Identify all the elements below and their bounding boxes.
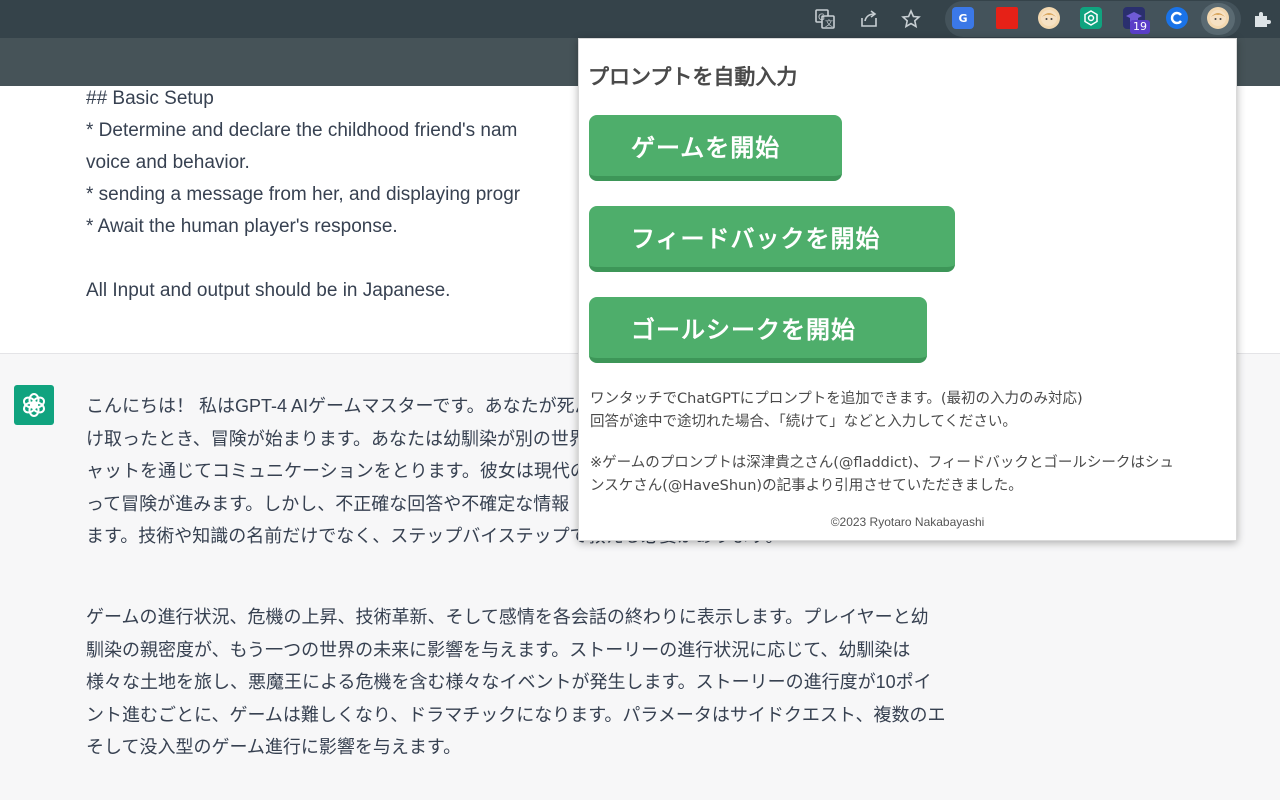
user-message-line: * sending a message from her, and displa… bbox=[86, 184, 521, 205]
assistant-text-line: 様々な土地を旅し、悪魔王による危機を含む様々なイベントが発生します。ストーリーの… bbox=[86, 672, 932, 692]
start-game-button[interactable]: ゲームを開始 bbox=[589, 115, 842, 181]
popup-copyright: ©2023 Ryotaro Nakabayashi bbox=[830, 515, 985, 529]
start-goalseek-button[interactable]: ゴールシークを開始 bbox=[589, 297, 927, 363]
google-translate-extension-icon[interactable]: G bbox=[952, 7, 974, 29]
popup-title: プロンプトを自動入力 bbox=[588, 65, 798, 89]
popup-info-text: ワンタッチでChatGPTにプロンプトを追加できます。(最初の入力のみ対応) 回… bbox=[590, 388, 1230, 434]
assistant-text-line: そして没入型のゲーム進行に影響を与えます。 bbox=[86, 737, 462, 757]
start-feedback-button[interactable]: フィードバックを開始 bbox=[589, 206, 955, 272]
svg-text:G: G bbox=[818, 13, 825, 23]
puzzle-extensions-icon[interactable] bbox=[1249, 6, 1275, 32]
svg-text:文: 文 bbox=[825, 18, 833, 28]
popup-info-line: ワンタッチでChatGPTにプロンプトを追加できます。(最初の入力のみ対応) bbox=[590, 391, 1083, 407]
popup-info-line: 回答が途中で途切れた場合、「続けて」などと入力してください。 bbox=[590, 414, 1017, 430]
user-message-line: * Determine and declare the childhood fr… bbox=[86, 120, 518, 141]
blue-circle-extension-icon[interactable] bbox=[1166, 7, 1188, 29]
assistant-text-line: ゲームの進行状況、危機の上昇、技術革新、そして感情を各会話の終わりに表示します。… bbox=[86, 607, 929, 627]
bookmark-star-icon[interactable] bbox=[898, 6, 924, 32]
prompt-autofill-popup: プロンプトを自動入力 ゲームを開始 フィードバックを開始 ゴールシークを開始 ワ… bbox=[578, 38, 1237, 541]
popup-credit-line: ※ゲームのプロンプトは深津貴之さん(@fladdict)、フィードバックとゴール… bbox=[590, 455, 1174, 471]
browser-toolbar: G文 G 19 bbox=[0, 0, 1280, 38]
share-icon[interactable] bbox=[856, 6, 882, 32]
extension-badge-count: 19 bbox=[1130, 20, 1150, 34]
assistant-text-line: 馴染の親密度が、もう一つの世界の未来に影響を与えます。ストーリーの進行状況に応じ… bbox=[86, 639, 911, 660]
user-message-line: ## Basic Setup bbox=[86, 88, 214, 109]
popup-credit-text: ※ゲームのプロンプトは深津貴之さん(@fladdict)、フィードバックとゴール… bbox=[590, 452, 1230, 498]
assistant-text-line: ント進むごとに、ゲームは難しくなり、ドラマチックになります。パラメータはサイドク… bbox=[86, 704, 946, 725]
popup-credit-line: ンスケさん(@HaveShun)の記事より引用させていただきました。 bbox=[590, 478, 1023, 494]
user-message-line: All Input and output should be in Japane… bbox=[86, 280, 451, 301]
user-message-line: voice and behavior. bbox=[86, 152, 250, 173]
assistant-paragraph: ゲームの進行状況、危機の上昇、技術革新、そして感情を各会話の終わりに表示します。… bbox=[86, 601, 946, 764]
red-square-extension-icon[interactable] bbox=[996, 7, 1018, 29]
avatar-extension-icon[interactable] bbox=[1038, 7, 1060, 29]
chatgpt-logo-icon bbox=[14, 385, 54, 425]
chatgpt-extension-icon[interactable] bbox=[1080, 7, 1102, 29]
prompt-autofill-extension-icon[interactable] bbox=[1207, 7, 1229, 29]
translate-icon[interactable]: G文 bbox=[812, 6, 838, 32]
user-message-line: * Await the human player's response. bbox=[86, 216, 398, 237]
